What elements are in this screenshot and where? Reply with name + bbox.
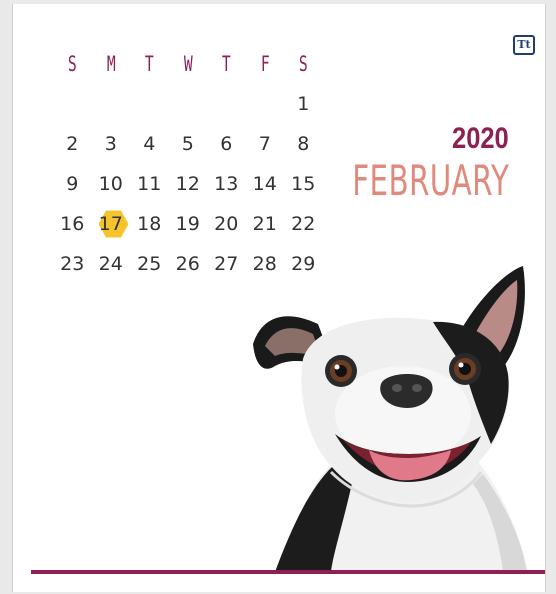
calendar-day-number: 25 xyxy=(137,253,162,275)
calendar-day-number: 14 xyxy=(252,173,277,195)
calendar-day-number: 7 xyxy=(258,133,271,155)
calendar-day-number: 3 xyxy=(104,133,117,155)
calendar-day-number: 5 xyxy=(181,133,194,155)
calendar-page: Tt S M T W T F S 1 2 3 4 5 6 7 8 9 10 11 12 13 14 15 16… xyxy=(12,4,546,592)
calendar-day-number: 8 xyxy=(297,133,310,155)
calendar-day-number: 16 xyxy=(60,213,85,235)
calendar-day-number: 19 xyxy=(175,213,200,235)
calendar-day-number: 28 xyxy=(252,253,277,275)
calendar-day-number: 18 xyxy=(137,213,162,235)
calendar-day-number: 15 xyxy=(291,173,316,195)
calendar-day-number: 21 xyxy=(252,213,277,235)
calendar-day-number: 12 xyxy=(175,173,200,195)
calendar-day-number: 26 xyxy=(175,253,200,275)
calendar-day-number: 27 xyxy=(214,253,239,275)
calendar-day-number: 23 xyxy=(60,253,85,275)
calendar-day-number: 11 xyxy=(137,173,162,195)
calendar-day-number: 1 xyxy=(297,93,310,115)
bottom-rule xyxy=(31,570,545,574)
calendar-day-number: 6 xyxy=(220,133,233,155)
calendar-day-number: 24 xyxy=(98,253,123,275)
calendar-day-number: 20 xyxy=(214,213,239,235)
calendar-day-number: 17 xyxy=(98,213,123,235)
boston-terrier-dog-illustration xyxy=(253,266,528,572)
calendar-day-number: 2 xyxy=(66,133,79,155)
calendar-day-number: 22 xyxy=(291,213,316,235)
calendar-day-number: 9 xyxy=(66,173,79,195)
calendar-day-number: 29 xyxy=(291,253,316,275)
calendar-day-number: 4 xyxy=(143,133,156,155)
calendar-day-number: 13 xyxy=(214,173,239,195)
calendar-day-number: 10 xyxy=(98,173,123,195)
